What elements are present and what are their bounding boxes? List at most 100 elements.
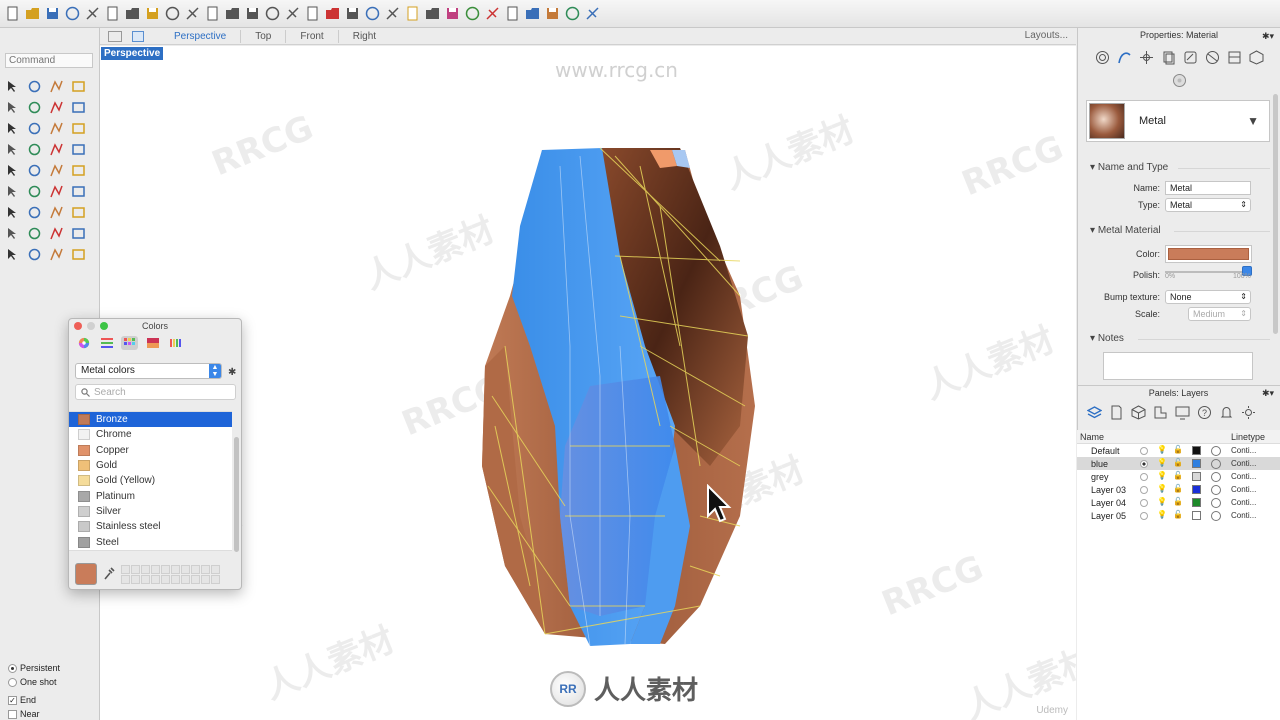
color-list-scrollbar[interactable] [234,437,239,552]
current-color-well[interactable] [75,563,97,585]
revolve-icon[interactable] [3,204,22,220]
help-icon[interactable]: ? [1195,403,1213,421]
color-sliders-icon[interactable] [98,336,115,350]
color-palettes-icon[interactable] [121,336,138,350]
zoom-icon[interactable] [100,322,108,330]
color-list-item[interactable]: Gold [69,458,232,473]
lock-icon[interactable]: 🔓 [1173,484,1183,493]
notes-section[interactable]: ▾ Notes [1090,333,1124,344]
swatch-well[interactable] [151,564,160,574]
offset-icon[interactable] [47,183,66,199]
paint-icon[interactable] [69,246,88,262]
bump-texture-select[interactable]: None ⇕ [1165,290,1251,304]
cylinder-icon[interactable] [47,141,66,157]
pipe-icon[interactable] [69,141,88,157]
name-type-section[interactable]: ▾ Name and Type [1090,162,1168,173]
cut-icon[interactable] [104,5,121,22]
swatch-well[interactable] [161,564,170,574]
swatch-well[interactable] [141,574,150,584]
notification-bell-icon[interactable] [1217,403,1235,421]
lock-icon[interactable]: 🔓 [1173,458,1183,467]
layer-color-swatch[interactable] [1192,485,1201,494]
array-icon[interactable] [25,225,44,241]
loft-icon[interactable] [25,204,44,220]
layer-row[interactable]: Layer 05 💡 🔓 Conti... [1077,509,1280,522]
mesh-icon[interactable] [384,5,401,22]
rotate-icon[interactable] [47,204,66,220]
color-list-item[interactable]: Bronze [69,412,232,428]
layer-linetype[interactable]: Conti... [1231,446,1256,455]
rendered-sphere-icon[interactable] [464,5,481,22]
zoom-extents-icon[interactable] [244,5,261,22]
grid-icon[interactable] [304,5,321,22]
lightbulb-icon[interactable]: 💡 [1157,510,1167,519]
swatch-well[interactable] [171,564,180,574]
persistent-radio[interactable] [8,663,17,673]
color-wheel-icon[interactable] [75,336,92,350]
eyedropper-icon[interactable] [103,567,115,581]
osnap-oneshot-row[interactable]: One shot [8,675,96,689]
tab-perspective[interactable]: Perspective [160,29,242,43]
swatch-well[interactable] [201,574,210,584]
color-list-item[interactable]: Stainless steel [69,519,232,534]
minimize-icon[interactable] [87,322,95,330]
arc-icon[interactable] [25,99,44,115]
tab-front[interactable]: Front [286,29,339,43]
lock-icon[interactable]: 🔓 [1173,445,1183,454]
paste-icon[interactable] [144,5,161,22]
move-view-icon[interactable] [204,5,221,22]
extend-icon[interactable] [69,183,88,199]
lock-icon[interactable] [424,5,441,22]
color-list-item[interactable]: Chrome [69,427,232,442]
gear-icon[interactable]: ✱ [228,367,236,378]
trim-icon[interactable] [47,162,66,178]
swatch-well[interactable] [141,564,150,574]
join-icon[interactable] [69,162,88,178]
layer-linetype[interactable]: Conti... [1231,498,1256,507]
fillet-edge-icon[interactable] [25,183,44,199]
pipe-tool-icon[interactable] [69,225,88,241]
print-icon[interactable] [84,5,101,22]
current-layer-dot[interactable] [1140,447,1148,455]
material-card[interactable]: Metal ▼ [1086,100,1270,142]
swatch-well[interactable] [181,564,190,574]
swatch-well[interactable] [201,564,210,574]
lock-icon[interactable]: 🔓 [1173,510,1183,519]
pan-icon[interactable] [184,5,201,22]
layer-linetype[interactable]: Conti... [1231,485,1256,494]
rotate-view-icon[interactable] [284,5,301,22]
zoom-window-icon[interactable] [224,5,241,22]
render-tab-icon[interactable] [1204,48,1222,66]
lightbulb-icon[interactable]: 💡 [1157,497,1167,506]
cage-icon[interactable] [3,246,22,262]
lightbulb-icon[interactable]: 💡 [1157,471,1167,480]
layer-color-swatch[interactable] [1192,446,1201,455]
col-linetype[interactable]: Linetype [1231,432,1265,442]
swatch-well[interactable] [121,574,130,584]
boolean-icon[interactable] [25,162,44,178]
curve-icon[interactable] [69,78,88,94]
current-layer-dot[interactable] [1140,499,1148,507]
open-file-icon[interactable] [24,5,41,22]
color-list-item[interactable]: Platinum [69,488,232,503]
dropdown-arrow-icon[interactable]: ▼ [1247,114,1259,128]
check-icon[interactable] [25,246,44,262]
layer-material-icon[interactable] [1211,510,1221,521]
current-layer-dot[interactable] [1140,512,1148,520]
osnap-end-row[interactable]: ✓ End [8,693,96,707]
circle-icon[interactable] [3,99,22,115]
solid-icon[interactable] [3,183,22,199]
osnap-near-row[interactable]: Near [8,707,96,720]
layer-color-swatch[interactable] [1192,459,1201,468]
swatch-well[interactable] [121,564,130,574]
text-icon[interactable] [3,225,22,241]
color-list-item[interactable]: Gold (Yellow) [69,473,232,488]
layer-linetype[interactable]: Conti... [1231,459,1256,468]
point-icon[interactable] [25,78,44,94]
pencils-icon[interactable] [167,336,184,350]
lightbulb-icon[interactable]: 💡 [1157,445,1167,454]
material-type-select[interactable]: Metal ⇕ [1165,198,1251,212]
layer-color-swatch[interactable] [1192,511,1201,520]
swatch-well[interactable] [211,564,220,574]
zoom-selected-icon[interactable] [264,5,281,22]
